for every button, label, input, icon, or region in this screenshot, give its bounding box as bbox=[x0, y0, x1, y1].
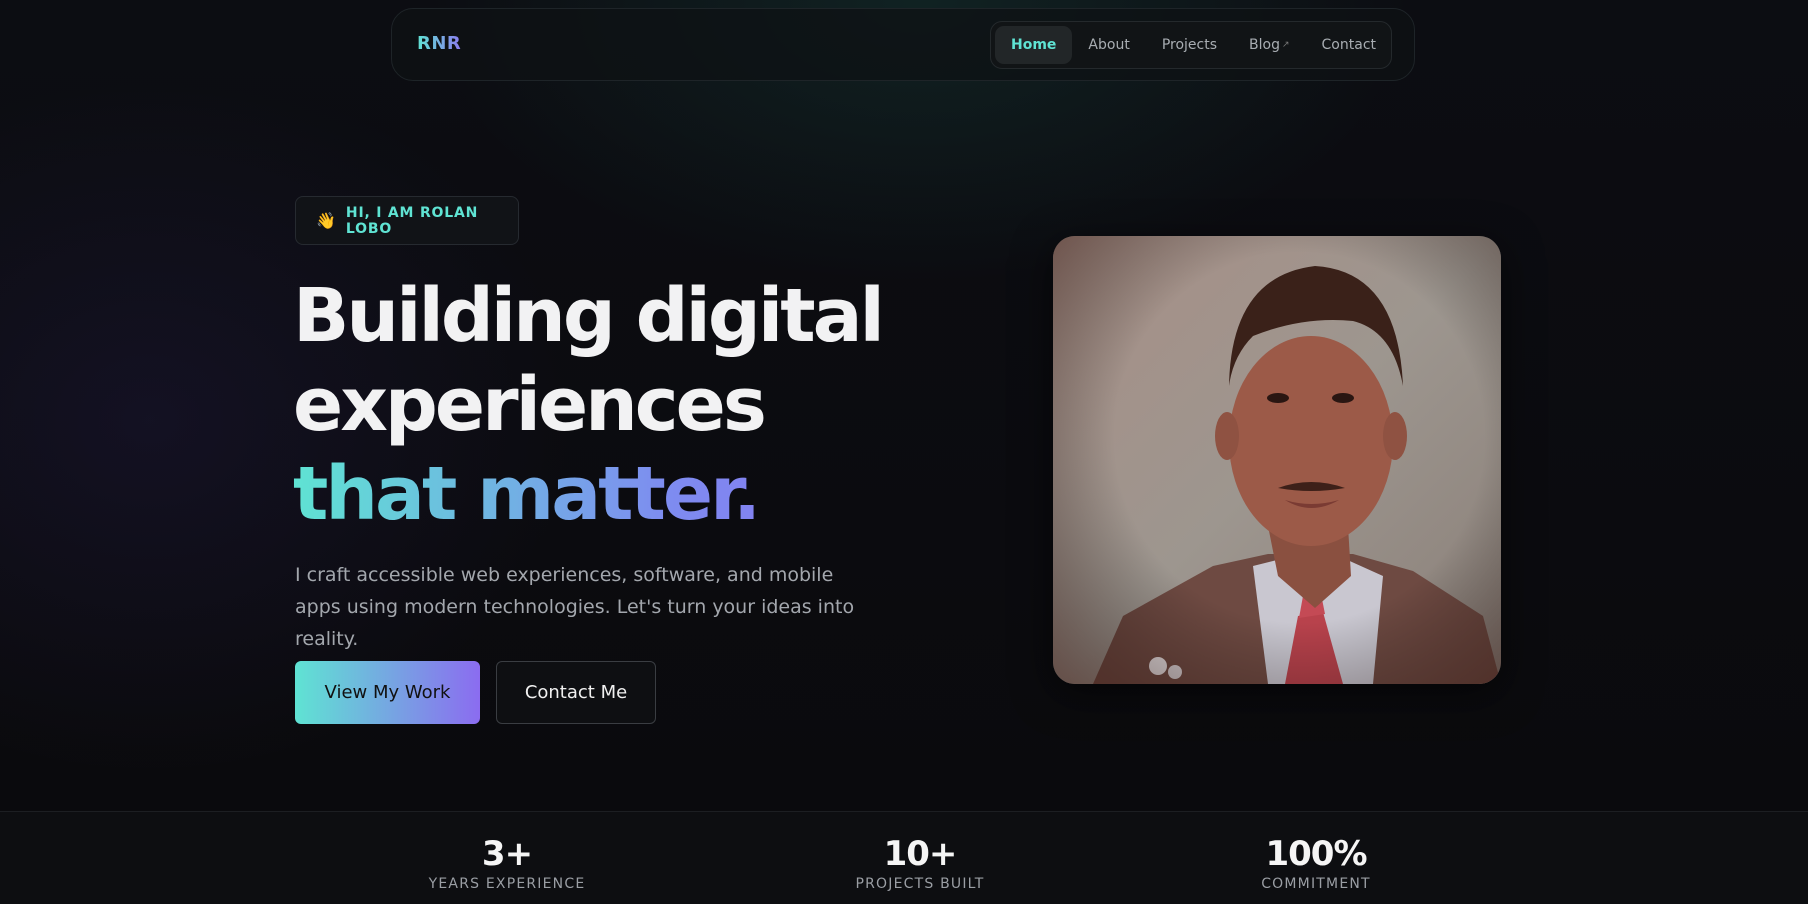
external-link-icon: ↗ bbox=[1281, 40, 1290, 50]
stat-years-experience: 3+ YEARS EXPERIENCE bbox=[429, 834, 586, 892]
stat-projects-built: 10+ PROJECTS BUILT bbox=[855, 834, 984, 892]
greeting-badge: 👋 HI, I AM ROLAN LOBO bbox=[295, 196, 519, 245]
brand-logo[interactable]: RNR bbox=[417, 33, 461, 54]
stat-value: 10+ bbox=[883, 834, 958, 874]
stat-label: YEARS EXPERIENCE bbox=[428, 876, 586, 892]
nav-item-home[interactable]: Home bbox=[995, 26, 1073, 64]
nav-item-label: Home bbox=[1011, 37, 1057, 53]
page: RNR Home About Projects Blog ↗ Contact 👋… bbox=[0, 0, 1808, 904]
nav-item-label: About bbox=[1088, 37, 1130, 53]
nav-item-contact[interactable]: Contact bbox=[1306, 26, 1392, 64]
nav-item-label: Blog bbox=[1249, 37, 1280, 53]
nav-item-blog[interactable]: Blog ↗ bbox=[1233, 26, 1306, 64]
hero-description: I craft accessible web experiences, soft… bbox=[295, 564, 855, 650]
stat-label: PROJECTS BUILT bbox=[855, 876, 985, 892]
nav-menu: Home About Projects Blog ↗ Contact bbox=[990, 21, 1392, 69]
stat-value: 100% bbox=[1265, 834, 1367, 874]
nav-item-label: Contact bbox=[1321, 37, 1376, 53]
stat-label: COMMITMENT bbox=[1261, 876, 1371, 892]
greeting-text: HI, I AM ROLAN LOBO bbox=[345, 204, 479, 237]
headline-highlight: that matter. bbox=[293, 450, 973, 539]
headline-line-2: experiences bbox=[293, 362, 767, 448]
contact-me-button[interactable]: Contact Me bbox=[496, 661, 656, 724]
waving-hand-icon: 👋 bbox=[316, 211, 336, 230]
stats-bar: 3+ YEARS EXPERIENCE 10+ PROJECTS BUILT 1… bbox=[0, 811, 1808, 904]
nav-item-projects[interactable]: Projects bbox=[1146, 26, 1233, 64]
profile-photo bbox=[1053, 236, 1501, 684]
nav-item-about[interactable]: About bbox=[1072, 26, 1145, 64]
stat-commitment: 100% COMMITMENT bbox=[1261, 834, 1371, 892]
nav-item-label: Projects bbox=[1161, 37, 1218, 53]
stat-value: 3+ bbox=[481, 834, 533, 874]
hero-headline: Building digital experiences that matter… bbox=[293, 272, 973, 539]
navbar: RNR Home About Projects Blog ↗ Contact bbox=[391, 8, 1415, 81]
view-my-work-button[interactable]: View My Work bbox=[295, 661, 480, 724]
headline-line-1: Building digital bbox=[293, 273, 885, 359]
